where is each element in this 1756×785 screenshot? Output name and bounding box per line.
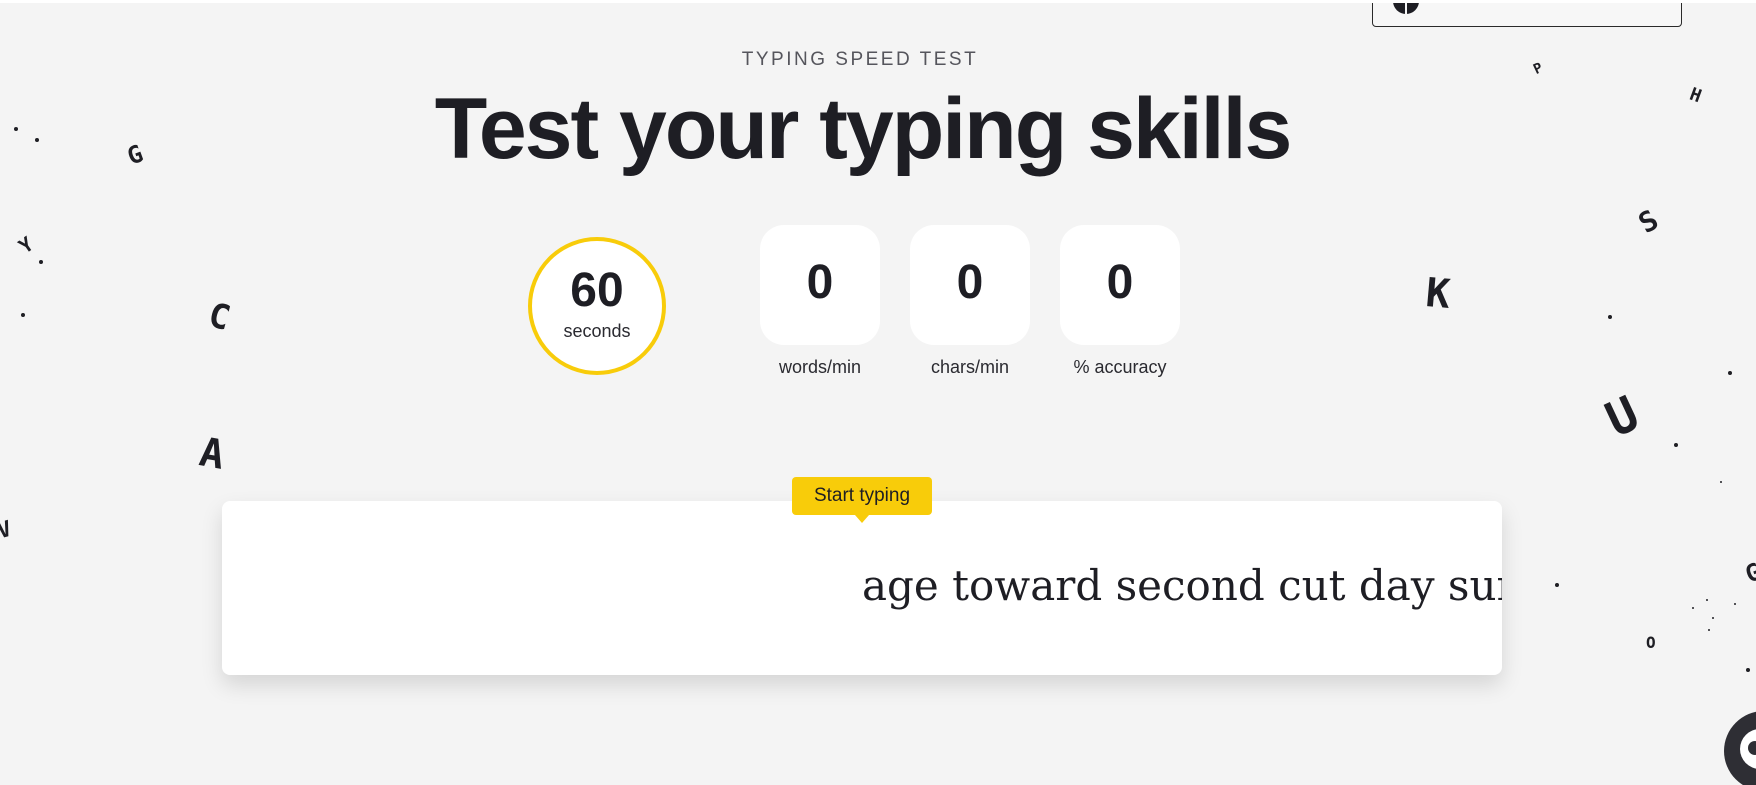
typing-prompt-text: age toward second cut day surface	[862, 561, 1502, 610]
decor-letter: U	[1597, 385, 1648, 449]
chat-button[interactable]	[1724, 711, 1756, 785]
stat-value: 0	[1060, 225, 1180, 345]
decor-dot	[1746, 668, 1750, 672]
decor-dot	[39, 260, 43, 264]
typing-input-area[interactable]: age toward second cut day surface	[222, 501, 1502, 675]
decor-dot	[35, 138, 39, 142]
countdown-timer: 60 seconds	[528, 237, 666, 375]
stat-label: % accuracy	[1073, 357, 1167, 377]
page-kicker: TYPING SPEED TEST	[741, 49, 979, 70]
stat-value: 0	[760, 225, 880, 345]
decor-dot	[1555, 583, 1559, 587]
chat-bubble-icon	[1740, 729, 1756, 769]
page-title: Test your typing skills	[434, 81, 1293, 177]
decor-letter: G	[1741, 557, 1756, 589]
decor-letter: Y	[14, 231, 38, 259]
decor-dot	[1608, 315, 1612, 319]
decor-letter: C	[204, 295, 235, 339]
stat-accuracy: 0 % accuracy	[1045, 225, 1195, 378]
stat-value: 0	[910, 225, 1030, 345]
stat-chars-per-min: 0 chars/min	[895, 225, 1045, 378]
decor-dot	[1706, 599, 1708, 601]
top-right-widget[interactable]	[1372, 3, 1682, 27]
stat-label: chars/min	[930, 357, 1010, 377]
decor-letter: V	[0, 516, 15, 545]
decor-dot	[14, 127, 18, 131]
decor-letter: A	[196, 429, 228, 479]
decor-letter: K	[1424, 270, 1453, 318]
decor-letter: O	[1646, 633, 1656, 652]
decor-dot	[1734, 603, 1736, 605]
timer-value: 60	[570, 264, 624, 317]
stat-words-per-min: 0 words/min	[745, 225, 895, 378]
decor-dot	[1674, 443, 1678, 447]
decor-dot	[1692, 607, 1694, 609]
decor-letter: S	[1632, 202, 1664, 241]
decor-dot	[1720, 481, 1722, 483]
typing-test-page: TYPING SPEED TEST Test your typing skill…	[0, 3, 1756, 785]
stat-label: words/min	[778, 357, 862, 377]
start-typing-tooltip: Start typing	[792, 477, 932, 523]
decor-dot	[21, 313, 25, 317]
decor-dot	[1728, 371, 1732, 375]
decor-dot	[1712, 617, 1714, 619]
language-globe-icon	[1393, 3, 1419, 14]
decor-dot	[1708, 629, 1710, 631]
timer-unit: seconds	[563, 321, 631, 341]
